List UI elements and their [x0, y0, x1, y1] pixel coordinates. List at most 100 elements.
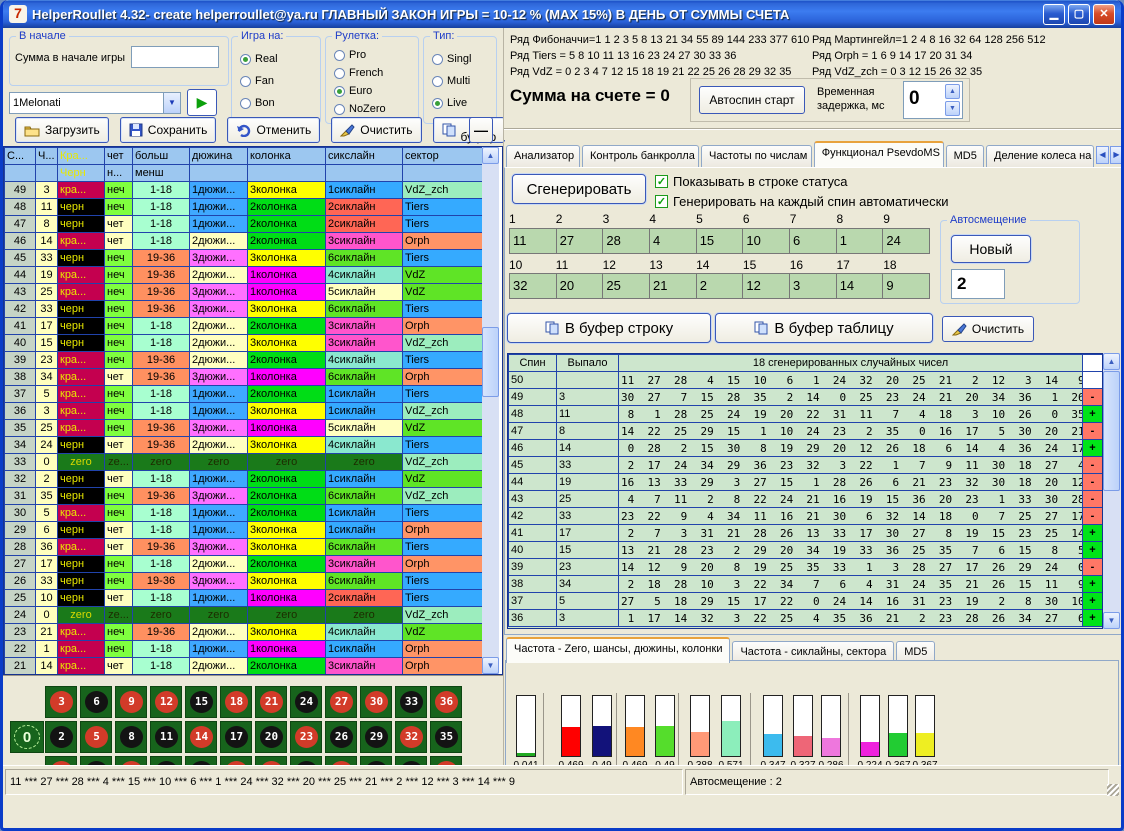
table-row[interactable]: 3834кра...чет19-363дюжи...1колонка6сикла… — [5, 369, 483, 386]
roulette-cell-29[interactable]: 29 — [360, 721, 392, 753]
table-row[interactable]: 3923кра...неч19-362дюжи...2колонка4сикла… — [5, 352, 483, 369]
radio-singl[interactable]: Singl — [432, 53, 471, 65]
table-row[interactable]: 4117 2 7 3 31 21 28 26 13 33 17 30 27 8 … — [509, 525, 1103, 542]
table-row[interactable]: 2510чернчет1-181дюжи...1колонка2сиклайнT… — [5, 590, 483, 607]
table-row[interactable]: 296чернчет1-181дюжи...3колонка1сиклайнOr… — [5, 522, 483, 539]
table-row[interactable]: 392314 12 9 20 8 19 25 35 33 1 3 28 27 1… — [509, 559, 1103, 576]
chevron-down-icon[interactable]: ▼ — [163, 93, 180, 113]
radio-nozero[interactable]: NoZero — [334, 103, 386, 115]
table-row[interactable]: 2114кра...чет1-182дюжи...2колонка3сиклай… — [5, 658, 483, 675]
play-button[interactable]: ▶ — [187, 89, 217, 116]
radio-euro[interactable]: Euro — [334, 85, 372, 97]
table-row[interactable]: 4533черннеч19-363дюжи...3колонка6сиклайн… — [5, 250, 483, 267]
tab-частоты-по-числам[interactable]: Частоты по числам — [701, 145, 812, 167]
table-row[interactable]: 4811черннеч1-181дюжи...2колонка2сиклайнT… — [5, 199, 483, 216]
roulette-cell-15[interactable]: 15 — [185, 686, 217, 718]
roulette-cell-32[interactable]: 32 — [395, 721, 427, 753]
table-row[interactable]: 375кра...неч1-181дюжи...2колонка1сиклайн… — [5, 386, 483, 403]
scroll-up-icon[interactable]: ▲ — [1103, 353, 1120, 370]
roulette-cell-5[interactable]: 5 — [80, 721, 112, 753]
roulette-cell-18[interactable]: 18 — [220, 686, 252, 718]
tab-scroll-right-icon[interactable]: ▶ — [1110, 146, 1123, 164]
roulette-cell-33[interactable]: 33 — [395, 686, 427, 718]
roulette-cell-21[interactable]: 21 — [255, 686, 287, 718]
roulette-cell-9[interactable]: 9 — [115, 686, 147, 718]
start-sum-input[interactable] — [131, 46, 219, 68]
toolbar-button-folder[interactable]: Загрузить — [15, 117, 109, 143]
toolbar-button-undo[interactable]: Отменить — [227, 117, 320, 143]
table-row[interactable]: 363 1 17 14 32 3 22 25 4 35 36 21 2 23 2… — [509, 610, 1103, 627]
spin-down-icon[interactable]: ▼ — [945, 101, 960, 116]
table-row[interactable]: 47814 22 25 29 15 1 10 24 23 2 35 0 16 1… — [509, 423, 1103, 440]
roulette-cell-26[interactable]: 26 — [325, 721, 357, 753]
autospin-start-button[interactable]: Автоспин старт — [699, 86, 805, 114]
roulette-cell-2[interactable]: 2 — [45, 721, 77, 753]
table-row[interactable]: 49330 27 7 15 28 35 2 14 0 25 23 24 21 2… — [509, 389, 1103, 406]
tab-scroll-left-icon[interactable]: ◀ — [1096, 146, 1109, 164]
copy-row-button[interactable]: В буфер строку — [507, 313, 711, 343]
roulette-cell-14[interactable]: 14 — [185, 721, 217, 753]
tab-деление-колеса-на[interactable]: Деление колеса на — [986, 145, 1094, 167]
table-row[interactable]: 2836кра...чет19-363дюжи...3колонка6сикла… — [5, 539, 483, 556]
generated-table-scrollbar[interactable]: ▲ ▼ — [1103, 353, 1120, 629]
new-shift-button[interactable]: Новый — [951, 235, 1031, 263]
radio-multi[interactable]: Multi — [432, 75, 470, 87]
spin-up-icon[interactable]: ▲ — [945, 84, 960, 99]
roulette-cell-35[interactable]: 35 — [430, 721, 462, 753]
table-row[interactable]: 3525кра...неч19-363дюжи...1колонка5сикла… — [5, 420, 483, 437]
spins-table-scrollbar[interactable]: ▲ ▼ — [482, 147, 499, 674]
table-row[interactable]: 4325 4 7 11 2 8 22 24 21 16 19 15 36 20 … — [509, 491, 1103, 508]
generate-button[interactable]: Сгенерировать — [512, 174, 646, 204]
collapse-panel-button[interactable]: — — [469, 117, 493, 143]
roulette-cell-20[interactable]: 20 — [255, 721, 287, 753]
tab-функционал-psevdoms[interactable]: Функционал PsevdoMS — [814, 141, 944, 167]
preset-combobox[interactable]: 1Melonati ▼ — [9, 92, 181, 114]
radio-real[interactable]: Real — [240, 53, 278, 65]
table-row[interactable]: 4533 2 17 24 34 29 36 23 32 3 22 1 7 9 1… — [509, 457, 1103, 474]
tab-анализатор[interactable]: Анализатор — [506, 145, 580, 167]
checkbox-autogen[interactable]: ✓ Генерировать на каждый спин автоматиче… — [655, 194, 949, 209]
roulette-cell-27[interactable]: 27 — [325, 686, 357, 718]
roulette-cell-0[interactable]: 0 — [10, 721, 44, 753]
table-row[interactable]: 2633черннеч19-363дюжи...3колонка6сиклайн… — [5, 573, 483, 590]
table-row[interactable]: 493кра...неч1-181дюжи...3колонка1сиклайн… — [5, 182, 483, 199]
table-row[interactable]: 221кра...неч1-181дюжи...1колонка1сиклайн… — [5, 641, 483, 658]
table-row[interactable]: 4015черннеч1-182дюжи...3колонка3сиклайнV… — [5, 335, 483, 352]
maximize-button[interactable]: ▢ — [1068, 4, 1090, 25]
roulette-cell-11[interactable]: 11 — [150, 721, 182, 753]
autoshift-value[interactable]: 2 — [951, 269, 1005, 299]
table-row[interactable]: 401513 21 28 23 2 29 20 34 19 33 36 25 3… — [509, 542, 1103, 559]
table-row[interactable]: 478чернчет1-181дюжи...2колонка2сиклайнTi… — [5, 216, 483, 233]
table-row[interactable]: 4325кра...неч19-363дюжи...1колонка5сикла… — [5, 284, 483, 301]
title-bar[interactable]: 7 HelperRoullet 4.32- create helperroull… — [3, 0, 1121, 28]
freq-tab-частота-zero-шансы-дюжины-колонки[interactable]: Частота - Zero, шансы, дюжины, колонки — [506, 637, 730, 663]
table-row[interactable]: 441916 13 33 29 3 27 15 1 28 26 6 21 23 … — [509, 474, 1103, 491]
clear-button[interactable]: Очистить — [942, 316, 1034, 342]
checkbox-show-status[interactable]: ✓ Показывать в строке статуса — [655, 174, 848, 189]
close-button[interactable]: ✕ — [1093, 4, 1115, 25]
copy-table-button[interactable]: В буфер таблицу — [715, 313, 933, 343]
toolbar-button-brush[interactable]: Очистить — [331, 117, 421, 143]
scrollbar-thumb[interactable] — [1103, 371, 1120, 491]
table-row[interactable]: 3135черннеч19-363дюжи...2колонка6сиклайн… — [5, 488, 483, 505]
table-row[interactable]: 4419кра...неч19-362дюжи...1колонка4сикла… — [5, 267, 483, 284]
roulette-cell-24[interactable]: 24 — [290, 686, 322, 718]
table-row[interactable]: 305кра...неч1-181дюжи...2колонка1сиклайн… — [5, 505, 483, 522]
tab-md5[interactable]: MD5 — [946, 145, 984, 167]
roulette-cell-12[interactable]: 12 — [150, 686, 182, 718]
table-row[interactable]: 4117черннеч1-182дюжи...2колонка3сиклайнO… — [5, 318, 483, 335]
radio-pro[interactable]: Pro — [334, 49, 366, 61]
table-row[interactable]: 4614кра...чет1-182дюжи...2колонка3сиклай… — [5, 233, 483, 250]
roulette-cell-3[interactable]: 3 — [45, 686, 77, 718]
roulette-cell-23[interactable]: 23 — [290, 721, 322, 753]
roulette-cell-6[interactable]: 6 — [80, 686, 112, 718]
scroll-down-icon[interactable]: ▼ — [482, 657, 499, 674]
resize-grip[interactable] — [1107, 784, 1119, 796]
roulette-cell-30[interactable]: 30 — [360, 686, 392, 718]
roulette-cell-36[interactable]: 36 — [430, 686, 462, 718]
table-row[interactable]: 37527 5 18 29 15 17 22 0 24 14 16 31 23 … — [509, 593, 1103, 610]
radio-bon[interactable]: Bon — [240, 97, 275, 109]
radio-live[interactable]: Live — [432, 97, 467, 109]
delay-spinner[interactable]: 0 ▲ ▼ — [903, 81, 963, 119]
tab-контроль-банкролла[interactable]: Контроль банкролла — [582, 145, 699, 167]
